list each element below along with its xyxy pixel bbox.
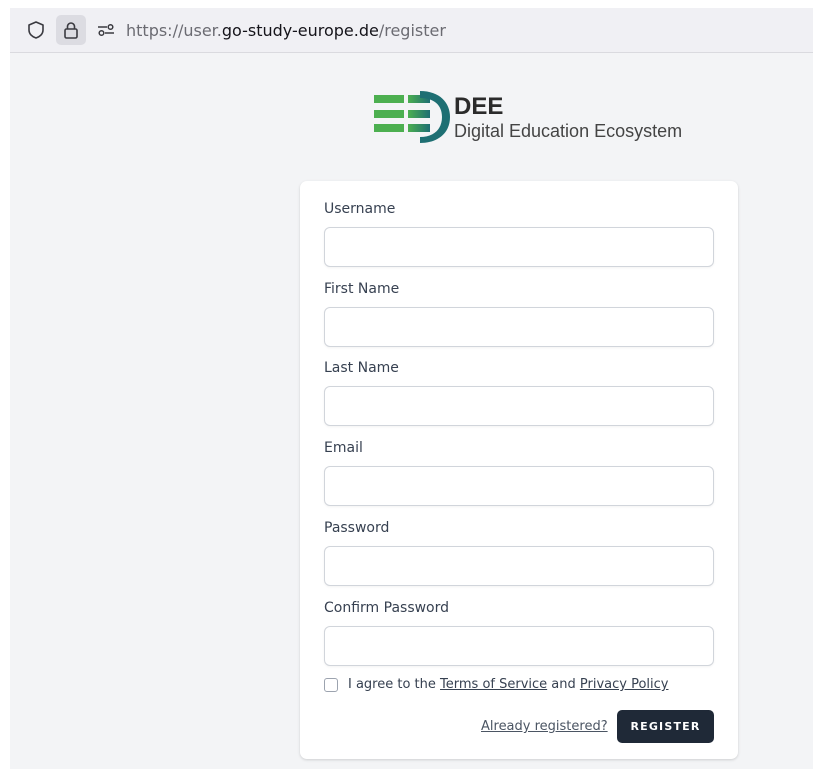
privacy-policy-link[interactable]: Privacy Policy	[580, 677, 669, 692]
confirm-password-label: Confirm Password	[324, 600, 450, 616]
email-label: Email	[324, 440, 363, 456]
password-label: Password	[324, 520, 390, 536]
terms-and: and	[547, 677, 580, 692]
register-button[interactable]: REGISTER	[617, 710, 714, 743]
terms-checkbox[interactable]	[324, 677, 338, 692]
shield-icon[interactable]	[24, 18, 48, 42]
logo-subtitle: Digital Education Ecosystem	[454, 121, 683, 141]
first-name-field-group: First Name	[324, 279, 714, 347]
already-registered-link[interactable]: Already registered?	[481, 719, 608, 734]
email-field-group: Email	[324, 438, 714, 506]
password-input[interactable]	[324, 546, 714, 586]
username-input[interactable]	[324, 227, 714, 267]
url-prefix: https://user.	[126, 20, 222, 40]
username-field-group: Username	[324, 199, 714, 267]
logo-title: DEE	[454, 93, 504, 120]
username-label: Username	[324, 201, 396, 217]
url-text[interactable]: https://user.go-study-europe.de/register	[126, 21, 446, 40]
first-name-label: First Name	[324, 281, 400, 297]
terms-of-service-link[interactable]: Terms of Service	[440, 677, 547, 692]
permissions-icon[interactable]	[94, 18, 118, 42]
register-card: Username First Name Last Name Email Pass…	[300, 181, 738, 759]
email-input[interactable]	[324, 466, 714, 506]
url-path: /register	[378, 20, 446, 40]
terms-prefix: I agree to the	[348, 677, 441, 692]
first-name-input[interactable]	[324, 307, 714, 347]
confirm-password-field-group: Confirm Password	[324, 598, 714, 666]
dee-logo[interactable]: DEE Digital Education Ecosystem	[374, 91, 694, 149]
url-domain: go-study-europe.de	[221, 20, 379, 40]
confirm-password-input[interactable]	[324, 626, 714, 666]
browser-url-bar[interactable]: https://user.go-study-europe.de/register	[10, 8, 813, 52]
last-name-field-group: Last Name	[324, 358, 714, 426]
page-background: DEE Digital Education Ecosystem Username…	[10, 53, 813, 769]
terms-row: I agree to the Terms of Service and Priv…	[324, 677, 669, 692]
password-field-group: Password	[324, 518, 714, 586]
dee-logo-mark-icon	[374, 91, 450, 143]
last-name-input[interactable]	[324, 386, 714, 426]
last-name-label: Last Name	[324, 360, 399, 376]
lock-icon[interactable]	[56, 15, 86, 45]
